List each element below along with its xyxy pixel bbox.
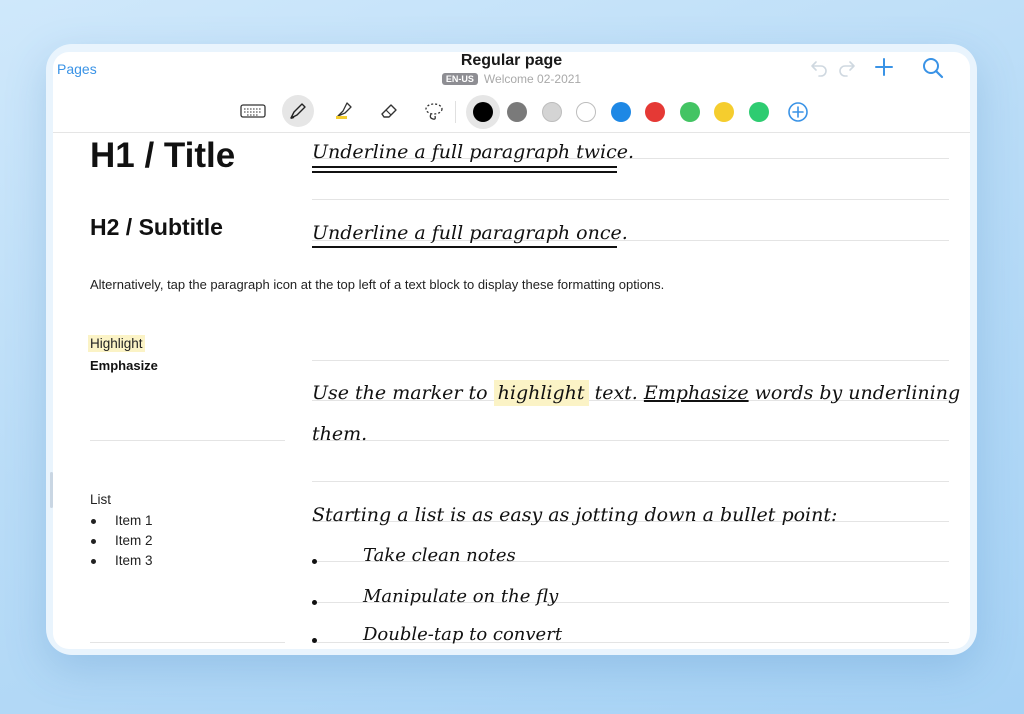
list-heading[interactable]: List (90, 492, 111, 507)
pen-icon[interactable] (282, 95, 314, 127)
heading-h1-sample[interactable]: H1 / Title (90, 136, 235, 176)
color-swatch-black[interactable] (473, 102, 493, 122)
eraser-icon[interactable] (373, 95, 405, 127)
handwritten-bullet-icon (312, 638, 317, 643)
drawing-toolbar (53, 95, 970, 129)
handwriting-line[interactable]: Use the marker to highlight text. Emphas… (312, 380, 961, 406)
undo-icon[interactable] (808, 56, 830, 83)
color-swatch-gray[interactable] (507, 102, 527, 122)
formatting-tip-text[interactable]: Alternatively, tap the paragraph icon at… (90, 277, 664, 292)
color-swatch-light-gray[interactable] (542, 102, 562, 122)
double-underline (312, 166, 617, 168)
handwriting-line[interactable]: them. (312, 423, 367, 445)
highlight-sample[interactable]: Highlight (88, 335, 145, 352)
handwriting-line[interactable]: Starting a list is as easy as jotting do… (312, 504, 837, 526)
handwriting-segment: words by underlining (748, 382, 961, 404)
page-title[interactable]: Regular page (53, 52, 970, 70)
bullet-icon (91, 559, 96, 564)
bullet-icon (91, 539, 96, 544)
notebook-subtitle: EN-US Welcome 02-2021 (53, 72, 970, 86)
color-swatch-blue[interactable] (611, 102, 631, 122)
page-rule (90, 440, 285, 441)
double-underline (312, 171, 617, 173)
add-color-icon[interactable] (787, 101, 809, 128)
list-item[interactable]: Item 3 (90, 553, 153, 573)
list-item-text: Item 1 (115, 513, 153, 528)
color-swatch-yellow[interactable] (714, 102, 734, 122)
color-swatch-red[interactable] (645, 102, 665, 122)
heading-h2-sample[interactable]: H2 / Subtitle (90, 214, 223, 241)
handwriting-segment: text. (588, 382, 644, 404)
bullet-icon (91, 519, 96, 524)
keyboard-icon[interactable] (237, 95, 269, 127)
handwriting-line[interactable]: Underline a full paragraph twice. (312, 141, 634, 163)
handwritten-list-item[interactable]: Double-tap to convert (363, 624, 562, 645)
lasso-icon[interactable] (418, 95, 450, 127)
page-rule (312, 440, 949, 441)
handwriting-highlight: highlight (493, 380, 589, 406)
redo-icon[interactable] (836, 56, 858, 83)
highlighter-icon[interactable] (328, 95, 360, 127)
search-icon[interactable] (921, 56, 945, 85)
color-swatch-bright-green[interactable] (749, 102, 769, 122)
list-item[interactable]: Item 2 (90, 533, 153, 553)
page-rule (90, 642, 285, 643)
page-rule (312, 481, 949, 482)
list-item-text: Item 3 (115, 553, 153, 568)
handwriting-emphasis: Emphasize (643, 382, 749, 404)
notebook-name[interactable]: Welcome 02-2021 (484, 72, 581, 86)
handwritten-bullet-icon (312, 600, 317, 605)
add-page-icon[interactable] (873, 56, 895, 83)
language-badge[interactable]: EN-US (441, 73, 478, 85)
list-item[interactable]: Item 1 (90, 513, 153, 533)
page-rule (312, 360, 949, 361)
single-underline (312, 246, 617, 248)
app-screen: Pages Regular page EN-USWelcome 02-2021 (53, 52, 970, 649)
handwriting-line[interactable]: Underline a full paragraph once. (312, 222, 628, 244)
list-item-text: Item 2 (115, 533, 153, 548)
handwritten-bullet-icon (312, 559, 317, 564)
color-swatch-white[interactable] (576, 102, 596, 122)
emphasize-sample[interactable]: Emphasize (90, 358, 158, 373)
typed-list: Item 1 Item 2 Item 3 (90, 513, 153, 573)
handwritten-list-item[interactable]: Take clean notes (363, 545, 516, 566)
toolbar-divider (455, 101, 456, 123)
handwriting-segment: Use the marker to (312, 382, 494, 404)
page-rule (312, 199, 949, 200)
color-swatch-green[interactable] (680, 102, 700, 122)
toolbar-border (53, 132, 970, 133)
handwritten-list-item[interactable]: Manipulate on the fly (363, 586, 558, 607)
